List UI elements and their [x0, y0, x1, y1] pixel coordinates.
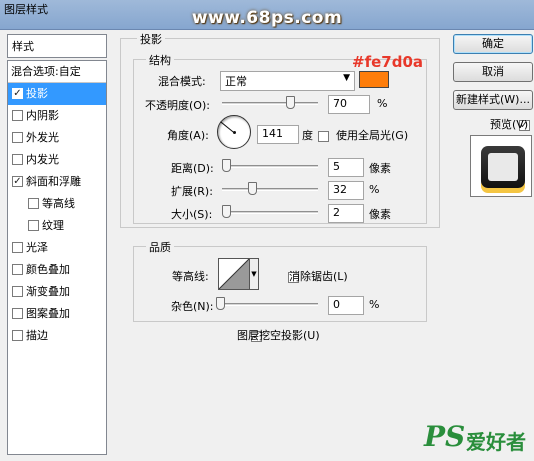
knockout-label: 图层挖空投影(U) — [237, 329, 320, 342]
anti-alias-label: 消除锯齿(L) — [289, 270, 348, 283]
blend-mode-label: 混合模式: — [158, 75, 206, 88]
new-style-button[interactable]: 新建样式(W)... — [453, 90, 533, 110]
angle-input[interactable]: 141 — [257, 125, 299, 144]
contour-label: 等高线: — [172, 270, 209, 283]
chevron-down-icon: ▼ — [343, 73, 350, 83]
size-input[interactable]: 2 — [328, 204, 364, 223]
style-item-label: 光泽 — [26, 241, 48, 254]
style-item-checkbox[interactable] — [12, 241, 23, 253]
angle-dial-center — [233, 131, 236, 134]
contour-dropdown-button[interactable]: ▼ — [250, 258, 259, 290]
noise-unit: % — [369, 298, 380, 311]
style-item-6[interactable]: 纹理 — [8, 215, 106, 237]
style-item-label: 渐变叠加 — [26, 285, 70, 298]
style-item-5[interactable]: 等高线 — [8, 193, 106, 215]
noise-slider[interactable] — [222, 303, 318, 306]
opacity-slider[interactable] — [222, 102, 318, 105]
spread-slider-thumb[interactable] — [248, 182, 257, 195]
style-item-checkbox[interactable] — [12, 131, 23, 143]
style-item-checkbox[interactable] — [12, 153, 23, 165]
styles-list: 混合选项:自定 ✓ 投影 内阴影 外发光 内发光 ✓ 斜面和浮雕 等高线 纹理 光泽 颜色叠加 渐变叠… — [7, 60, 107, 455]
opacity-unit: % — [377, 97, 388, 110]
cancel-button[interactable]: 取消 — [453, 62, 533, 82]
blend-mode-select[interactable]: 正常 ▼ — [220, 71, 355, 91]
blend-mode-value: 正常 — [225, 75, 247, 88]
style-item-checkbox[interactable]: ✓ — [12, 87, 23, 99]
style-item-checkbox[interactable] — [12, 263, 23, 275]
style-item-checkbox[interactable] — [28, 219, 39, 231]
opacity-slider-thumb[interactable] — [286, 96, 295, 109]
style-item-10[interactable]: 图案叠加 — [8, 303, 106, 325]
site-watermark: www.68ps.com — [191, 8, 343, 28]
size-slider[interactable] — [222, 211, 318, 214]
style-item-label: 投影 — [26, 87, 48, 100]
style-preview-thumbnail — [470, 135, 532, 197]
size-label: 大小(S): — [171, 208, 213, 221]
style-item-2[interactable]: 外发光 — [8, 127, 106, 149]
distance-slider-thumb[interactable] — [222, 159, 231, 172]
global-light-checkbox[interactable] — [318, 130, 329, 142]
angle-dial[interactable] — [217, 115, 251, 149]
style-item-label: 描边 — [26, 329, 48, 342]
style-item-1[interactable]: 内阴影 — [8, 105, 106, 127]
contour-picker[interactable] — [218, 258, 250, 290]
spread-unit: % — [369, 183, 380, 196]
style-item-label: 内发光 — [26, 153, 59, 166]
opacity-label: 不透明度(O): — [145, 99, 210, 112]
preview-shape — [481, 146, 525, 188]
style-item-11[interactable]: 描边 — [8, 325, 106, 347]
style-item-3[interactable]: 内发光 — [8, 149, 106, 171]
noise-label: 杂色(N): — [171, 300, 214, 313]
style-item-label: 外发光 — [26, 131, 59, 144]
size-unit: 像素 — [369, 208, 391, 221]
style-item-checkbox[interactable] — [12, 285, 23, 297]
structure-title: 结构 — [146, 52, 174, 68]
distance-input[interactable]: 5 — [328, 158, 364, 177]
style-item-label: 内阴影 — [26, 109, 59, 122]
style-item-7[interactable]: 光泽 — [8, 237, 106, 259]
style-item-9[interactable]: 渐变叠加 — [8, 281, 106, 303]
brand-chinese-text: 爱好者 — [466, 430, 526, 454]
opacity-input[interactable]: 70 — [328, 95, 370, 114]
spread-label: 扩展(R): — [171, 185, 213, 198]
style-item-checkbox[interactable] — [12, 329, 23, 341]
distance-label: 距离(D): — [171, 162, 214, 175]
brand-ps-logo: PS — [424, 420, 466, 453]
style-item-label: 颜色叠加 — [26, 263, 70, 276]
distance-slider[interactable] — [222, 165, 318, 168]
preview-label: 预览(V) — [490, 118, 529, 131]
style-item-0[interactable]: ✓ 投影 — [8, 83, 106, 105]
distance-unit: 像素 — [369, 162, 391, 175]
style-item-checkbox[interactable] — [12, 109, 23, 121]
style-item-label: 斜面和浮雕 — [26, 175, 81, 188]
style-item-checkbox[interactable]: ✓ — [12, 175, 23, 187]
noise-input[interactable]: 0 — [328, 296, 364, 315]
style-item-label: 等高线 — [42, 197, 75, 210]
angle-label: 角度(A): — [167, 129, 209, 142]
global-light-label: 使用全局光(G) — [336, 129, 409, 142]
blend-options-item[interactable]: 混合选项:自定 — [8, 61, 106, 83]
quality-title: 品质 — [146, 239, 174, 255]
annotation-color-text: #fe7d0a — [352, 53, 424, 71]
spread-slider[interactable] — [222, 188, 318, 191]
ok-button[interactable]: 确定 — [453, 34, 533, 54]
noise-slider-thumb[interactable] — [216, 297, 225, 310]
preview-shape-inner — [488, 153, 518, 181]
style-item-4[interactable]: ✓ 斜面和浮雕 — [8, 171, 106, 193]
style-item-8[interactable]: 颜色叠加 — [8, 259, 106, 281]
drop-shadow-title: 投影 — [137, 31, 165, 47]
angle-unit: 度 — [302, 129, 313, 142]
style-item-checkbox[interactable] — [12, 307, 23, 319]
style-item-checkbox[interactable] — [28, 197, 39, 209]
shadow-color-swatch[interactable] — [359, 71, 389, 88]
spread-input[interactable]: 32 — [328, 181, 364, 200]
size-slider-thumb[interactable] — [222, 205, 231, 218]
angle-dial-needle — [220, 121, 234, 133]
title-bar: 图层样式 www.68ps.com — [0, 0, 534, 30]
style-item-label: 图案叠加 — [26, 307, 70, 320]
style-item-label: 纹理 — [42, 219, 64, 232]
contour-preview-icon — [218, 258, 250, 290]
styles-header[interactable]: 样式 — [7, 34, 107, 58]
